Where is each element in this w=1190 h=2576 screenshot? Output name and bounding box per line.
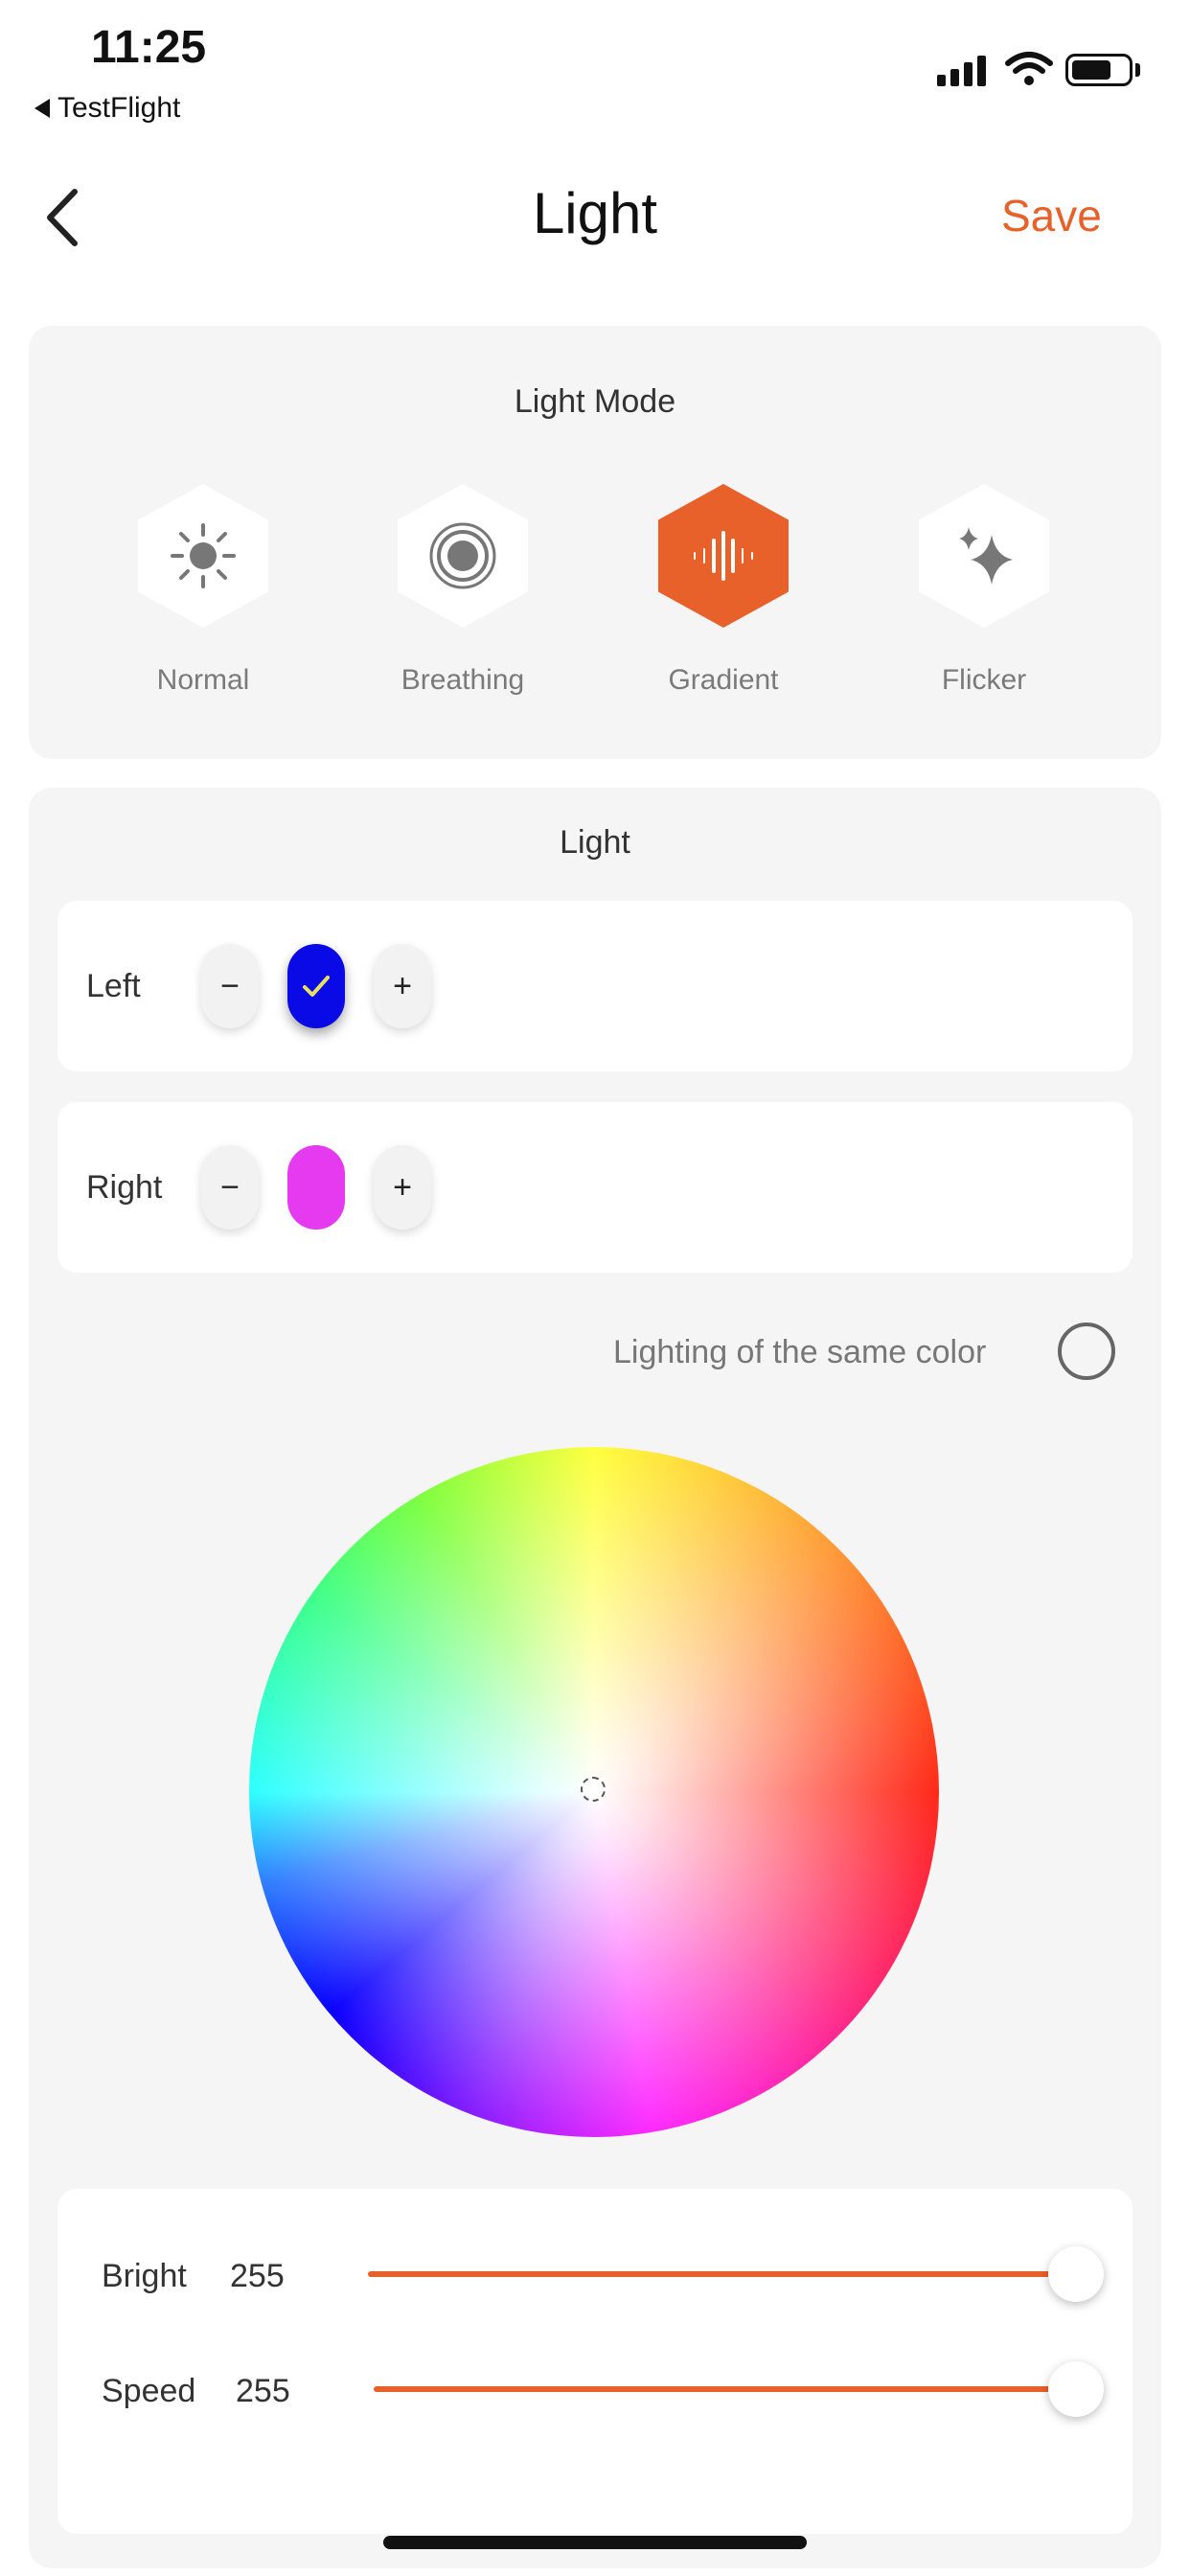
mode-hex bbox=[919, 484, 1049, 628]
bright-value: 255 bbox=[230, 2258, 285, 2294]
home-indicator bbox=[383, 2536, 807, 2549]
speed-label: Speed bbox=[102, 2373, 196, 2409]
back-to-app-link[interactable]: TestFlight bbox=[34, 92, 180, 125]
wifi-icon bbox=[1005, 52, 1053, 85]
mode-normal[interactable]: Normal bbox=[117, 484, 289, 697]
mode-hex bbox=[138, 484, 268, 628]
speed-value: 255 bbox=[236, 2373, 290, 2409]
right-color-swatch[interactable] bbox=[287, 1145, 345, 1230]
mode-label: Flicker bbox=[941, 664, 1027, 696]
breathing-icon bbox=[429, 522, 496, 589]
signal-icon bbox=[937, 54, 986, 86]
right-minus-button[interactable]: − bbox=[201, 1145, 259, 1230]
mode-gradient[interactable]: Gradient bbox=[637, 484, 810, 697]
bright-slider-track[interactable] bbox=[368, 2271, 1075, 2277]
bright-slider-thumb[interactable] bbox=[1048, 2246, 1104, 2302]
left-label: Left bbox=[86, 968, 141, 1004]
speed-slider-thumb[interactable] bbox=[1048, 2361, 1104, 2417]
mode-breathing[interactable]: Breathing bbox=[377, 484, 549, 697]
sliders-card bbox=[57, 2189, 1133, 2534]
mode-label: Gradient bbox=[668, 664, 779, 696]
right-label: Right bbox=[86, 1169, 163, 1206]
back-app-label: TestFlight bbox=[57, 92, 181, 124]
left-color-swatch[interactable] bbox=[287, 944, 345, 1028]
mode-flicker[interactable]: Flicker bbox=[898, 484, 1070, 697]
check-icon bbox=[303, 976, 330, 997]
mode-hex-active bbox=[658, 484, 789, 628]
battery-cap bbox=[1135, 63, 1140, 77]
back-triangle-icon bbox=[34, 99, 50, 118]
bright-label: Bright bbox=[102, 2258, 187, 2294]
waveform-icon bbox=[694, 531, 753, 581]
speed-slider-track[interactable] bbox=[374, 2386, 1075, 2392]
right-plus-button[interactable]: + bbox=[374, 1145, 431, 1230]
same-color-label: Lighting of the same color bbox=[613, 1334, 987, 1370]
light-section-title: Light bbox=[560, 824, 630, 861]
status-time: 11:25 bbox=[91, 22, 207, 73]
sparkle-icon bbox=[959, 527, 1013, 585]
sun-icon bbox=[171, 523, 236, 588]
light-mode-title: Light Mode bbox=[514, 383, 676, 420]
left-plus-button[interactable]: + bbox=[374, 944, 431, 1028]
mode-hex bbox=[398, 484, 528, 628]
mode-label: Breathing bbox=[400, 664, 525, 696]
save-button[interactable]: Save bbox=[1001, 190, 1102, 242]
mode-label: Normal bbox=[156, 664, 250, 696]
left-minus-button[interactable]: − bbox=[201, 944, 259, 1028]
battery-icon bbox=[1065, 54, 1133, 86]
same-color-radio[interactable] bbox=[1058, 1322, 1115, 1380]
color-wheel-cursor[interactable] bbox=[581, 1777, 606, 1802]
